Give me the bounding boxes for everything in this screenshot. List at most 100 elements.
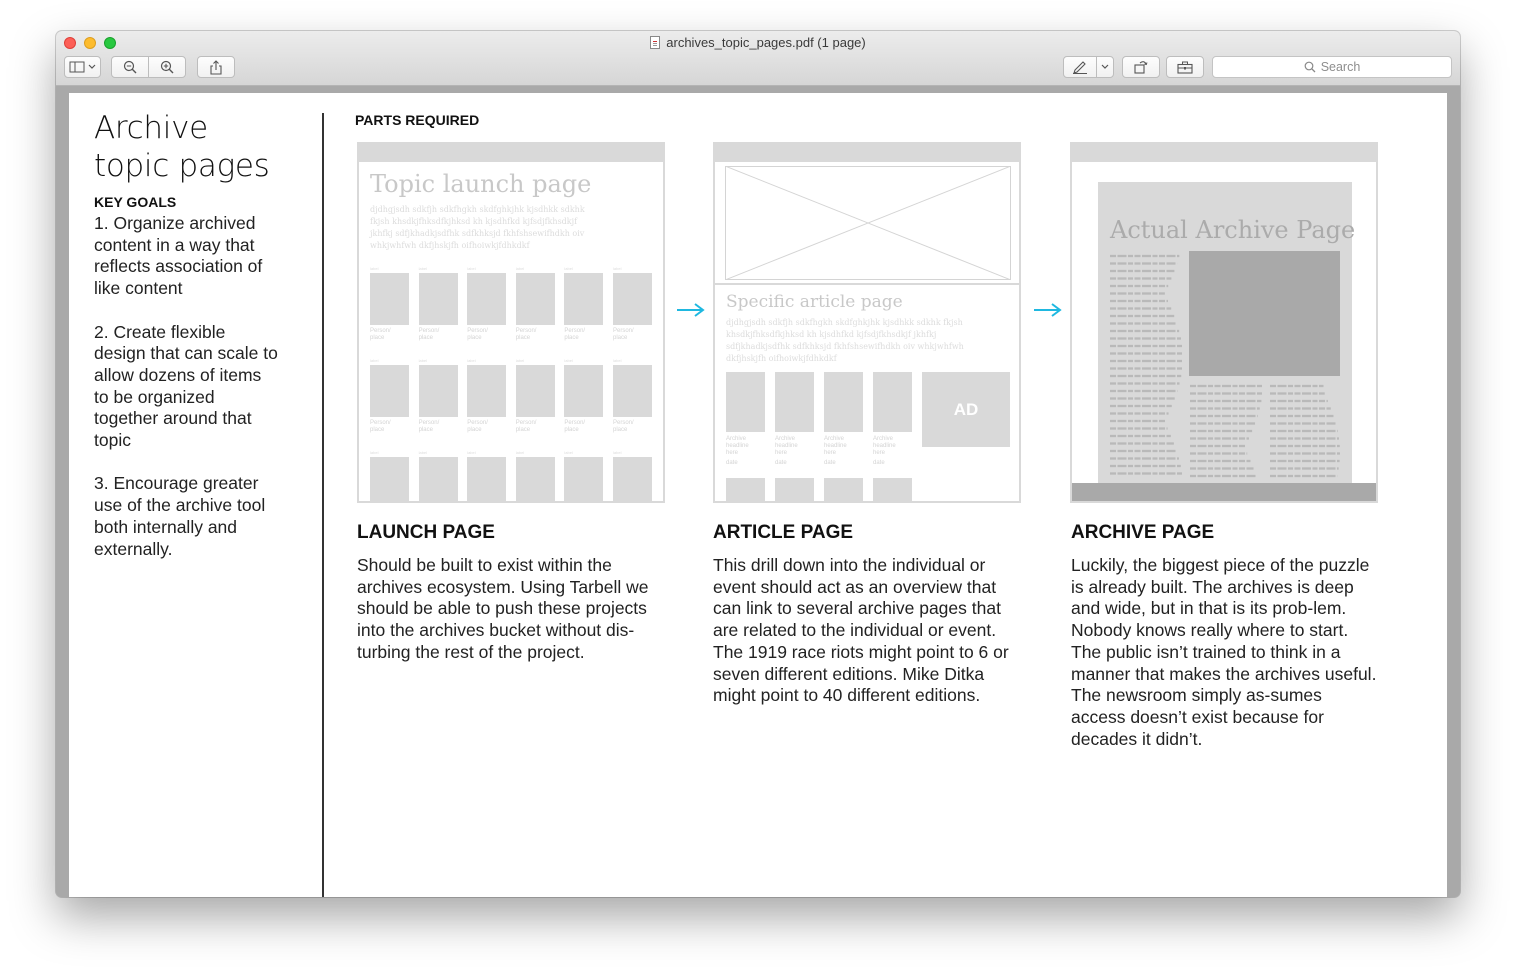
thumbnail-caption: Person/ place <box>467 328 488 341</box>
share-button[interactable] <box>197 56 235 78</box>
thumbnail-label: label <box>613 358 622 363</box>
thumbnail-image <box>564 365 604 417</box>
placeholder-text-line: whkjwhfwh dkfjhskjfh oifhoiwkjfdhkdkf <box>370 241 530 250</box>
article-page-description: This drill down into the individual or e… <box>713 555 1009 706</box>
rotate-button[interactable] <box>1122 56 1160 78</box>
thumbnail-caption: Person/ place <box>418 420 440 433</box>
pen-icon <box>1073 61 1087 74</box>
thumbnail-date: date <box>726 460 738 466</box>
window-title: archives_topic_pages.pdf (1 page) <box>56 35 1460 50</box>
launch-mock-title: Topic launch page <box>370 170 592 198</box>
thumbnail-image <box>370 365 409 417</box>
titlebar: archives_topic_pages.pdf (1 page) Search <box>56 31 1460 86</box>
wireframe-header-bar <box>359 144 663 162</box>
thumbnail-image <box>824 478 863 501</box>
thumbnail-caption: Person/ place <box>515 328 537 341</box>
goal-item: 1. Organize archived content in a way th… <box>94 213 263 299</box>
thumbnail-label: label <box>515 358 525 363</box>
markup-button[interactable] <box>1063 56 1097 78</box>
thumbnail-label: label <box>564 358 573 363</box>
archive-mock-title: Actual Archive Page <box>1110 216 1356 244</box>
thumbnail-image <box>613 273 652 325</box>
chevron-down-icon <box>1101 64 1109 69</box>
arrow-right-icon <box>1034 303 1062 317</box>
thumbnail-label: label <box>564 450 573 455</box>
search-field[interactable]: Search <box>1212 56 1452 78</box>
archive-text-columns <box>1110 254 1340 478</box>
thumbnail-image <box>824 372 863 432</box>
pdf-page: Archive topic pages KEY GOALS 1. Organiz… <box>69 93 1447 897</box>
goal-item: 2. Create flexible design that can scale… <box>94 321 278 451</box>
thumbnail-caption: Person/ place <box>467 420 488 433</box>
thumbnail-caption: Person/ place <box>613 420 634 433</box>
thumbnail-date: date <box>873 460 885 466</box>
pdf-document-icon <box>650 36 661 49</box>
thumbnail-image <box>564 273 604 325</box>
article-page-heading: ARTICLE PAGE <box>713 522 854 543</box>
thumbnail-label: label <box>418 266 428 271</box>
thumbnail-caption: Person/ place <box>370 420 391 433</box>
zoom-out-icon <box>123 60 137 74</box>
thumbnail-label: label <box>467 358 476 363</box>
launch-page-description: Should be built to exist within the arch… <box>357 555 649 662</box>
thumbnail-image <box>418 273 458 325</box>
placeholder-text-line: fkjsh khsdkjfhksdfkjhksd kh kjsdhfkd kjf… <box>370 217 578 226</box>
ad-placeholder: AD <box>922 372 1010 447</box>
markup-menu-button[interactable] <box>1096 56 1114 78</box>
placeholder-text-line: khsdkjfhksdfkjhksd kh kjsdhfkd kjfsdjfkh… <box>726 330 937 339</box>
thumbnail-caption: Archive headline here <box>775 436 798 456</box>
thumbnail-caption: Person/ place <box>564 328 586 341</box>
rotate-icon <box>1133 61 1147 74</box>
archive-page-heading: ARCHIVE PAGE <box>1071 522 1215 543</box>
page-title: Archive topic pages <box>94 109 270 185</box>
thumbnail-image <box>873 478 912 501</box>
thumbnail-date: date <box>775 460 787 466</box>
thumbnail-image <box>873 372 912 432</box>
thumbnail-caption: Person/ place <box>370 328 391 341</box>
thumbnail-image <box>418 365 458 417</box>
thumbnail-image <box>726 372 765 432</box>
thumbnail-label: label <box>613 266 622 271</box>
thumbnail-label: label <box>564 266 573 271</box>
arrow-right-icon <box>677 303 705 317</box>
wireframe-header-bar <box>715 144 1019 162</box>
window-title-text: archives_topic_pages.pdf (1 page) <box>666 35 866 50</box>
thumbnail-caption: Archive headline here <box>873 436 896 456</box>
thumbnail-caption: Person/ place <box>515 420 537 433</box>
thumbnail-label: label <box>418 450 428 455</box>
thumbnail-image <box>564 457 604 501</box>
thumbnail-label: label <box>370 266 379 271</box>
thumbnail-label: label <box>613 450 622 455</box>
thumbnail-caption: Archive headline here <box>824 436 847 456</box>
thumbnail-image <box>775 478 814 501</box>
placeholder-text-line: djdhgjsdh sdkfjh sdkfhgkh skdfghkjhk kjs… <box>726 318 963 327</box>
thumbnail-label: label <box>418 358 428 363</box>
zoom-out-button[interactable] <box>111 56 149 78</box>
article-mock-text: djdhgjsdh sdkfjh sdkfhgkh skdfghkjhk kjs… <box>726 317 964 365</box>
share-icon <box>210 59 222 75</box>
thumbnail-image <box>515 457 555 501</box>
article-page-wireframe: Specific article page djdhgjsdh sdkfjh s… <box>713 142 1021 503</box>
thumbnail-label: label <box>370 450 379 455</box>
search-placeholder: Search <box>1320 60 1361 74</box>
wireframe-footer-bar <box>1072 483 1376 501</box>
thumbnail-label: label <box>467 266 476 271</box>
thumbnail-image <box>467 273 507 325</box>
toolbox-button[interactable] <box>1166 56 1204 78</box>
toolbox-icon <box>1177 61 1193 74</box>
thumbnail-image <box>418 457 458 501</box>
page-title-line-2: topic pages <box>94 148 270 184</box>
parts-required-heading: PARTS REQUIRED <box>355 112 480 128</box>
zoom-in-icon <box>160 60 174 74</box>
sidebar-toggle-button[interactable] <box>64 56 101 78</box>
placeholder-text-line: djdhgjsdh sdkfjh sdkfhgkh skdfghkjhk kjs… <box>370 205 585 214</box>
key-goals-heading: KEY GOALS <box>94 194 177 210</box>
thumbnail-label: label <box>370 358 379 363</box>
thumbnail-date: date <box>824 460 836 466</box>
sidebar-icon <box>69 61 95 73</box>
thumbnail-label: label <box>515 450 525 455</box>
article-mock-title: Specific article page <box>726 292 903 312</box>
thumbnail-caption: Archive headline here <box>726 436 749 456</box>
zoom-in-button[interactable] <box>148 56 186 78</box>
image-placeholder-icon <box>725 166 1011 280</box>
